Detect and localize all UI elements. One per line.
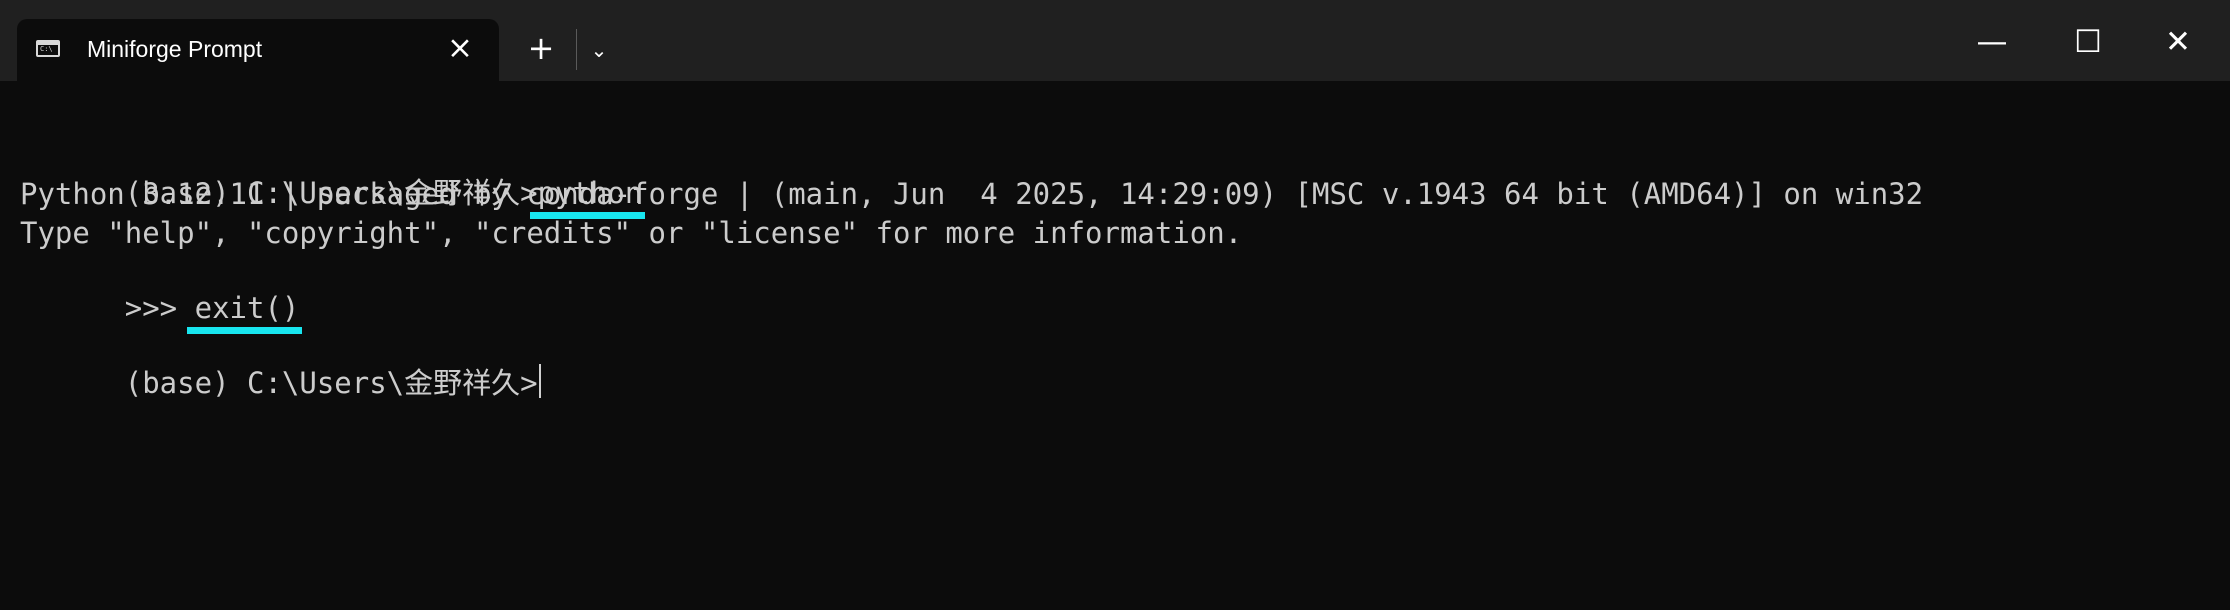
python-version-output: Python 3.12.11 | packaged by conda-forge… xyxy=(20,177,1924,211)
python-repl-prompt: >>> xyxy=(124,291,195,325)
exit-command-highlighted: exit() xyxy=(186,291,303,334)
terminal-line[interactable]: (base) C:\Users\金野祥久> xyxy=(20,326,541,400)
terminal-line: >>> exit() xyxy=(20,251,303,334)
python-info-output: Type "help", "copyright", "credits" or "… xyxy=(20,216,1243,250)
tab-title: Miniforge Prompt xyxy=(87,36,263,62)
terminal-window: Miniforge Prompt × + ⌄ — ☐ ✕ (base) C:\U… xyxy=(0,0,2230,610)
active-terminal-tab[interactable]: Miniforge Prompt × xyxy=(17,19,499,81)
tab-divider xyxy=(576,29,577,70)
tab-close-button[interactable]: × xyxy=(443,32,477,66)
window-titlebar[interactable]: Miniforge Prompt × + ⌄ — ☐ ✕ xyxy=(0,0,2230,81)
close-window-button[interactable]: ✕ xyxy=(2153,20,2203,64)
maximize-button[interactable]: ☐ xyxy=(2063,20,2113,64)
text-cursor xyxy=(538,364,541,398)
terminal-output[interactable]: (base) C:\Users\金野祥久>python Python 3.12.… xyxy=(0,81,2230,610)
current-command-prompt: (base) C:\Users\金野祥久> xyxy=(124,366,538,400)
minimize-button[interactable]: — xyxy=(1967,20,2017,64)
terminal-line: (base) C:\Users\金野祥久>python xyxy=(20,136,646,219)
terminal-icon xyxy=(36,40,60,57)
new-tab-button[interactable]: + xyxy=(521,30,561,70)
tab-dropdown-button[interactable]: ⌄ xyxy=(582,33,616,67)
